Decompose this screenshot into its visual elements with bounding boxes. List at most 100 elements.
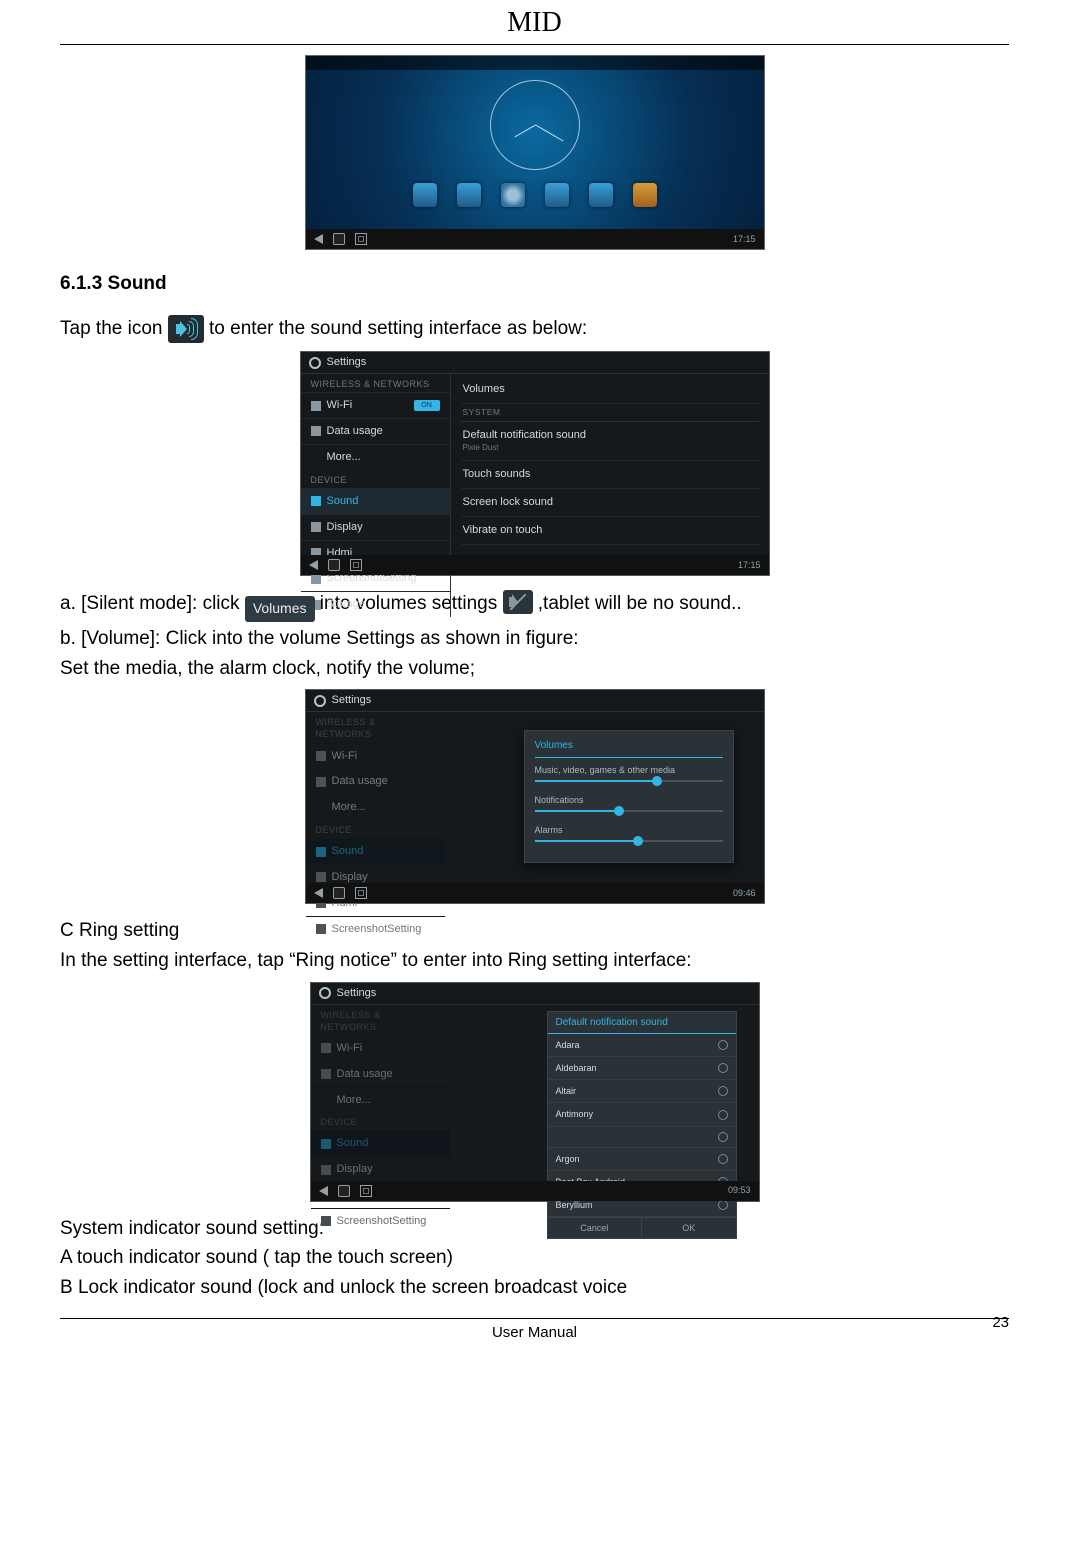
settings-titlebar: Settings	[301, 352, 769, 374]
cat-wireless-dim2: WIRELESS & NETWORKS	[311, 1005, 450, 1035]
item-sound-dim2: Sound	[311, 1130, 450, 1156]
slider-notif	[535, 810, 723, 812]
dock-app-5	[589, 183, 613, 207]
ringtone-dialog: Default notification sound Adara Aldebar…	[547, 1011, 737, 1240]
sound-settings-icon	[168, 315, 204, 343]
gear-icon	[309, 357, 321, 369]
ringtone-item	[548, 1127, 736, 1148]
cancel-button: Cancel	[548, 1218, 643, 1238]
statusbar-time: 17:15	[733, 233, 756, 245]
settings-title: Settings	[327, 355, 367, 370]
header-rule	[60, 44, 1009, 45]
item-data-usage: Data usage	[301, 418, 450, 444]
recents-icon	[355, 233, 367, 245]
para-sysind-a: A touch indicator sound ( tap the touch …	[60, 1245, 1009, 1271]
slider-notif-row: Notifications	[535, 794, 723, 812]
radio-icon	[718, 1132, 728, 1142]
para-sysind-b: B Lock indicator sound (lock and unlock …	[60, 1275, 1009, 1301]
analog-clock-widget	[490, 80, 580, 170]
para-sysind-head: System indicator sound setting:	[60, 1216, 1009, 1242]
cat-wireless-dim: WIRELESS & NETWORKS	[306, 712, 445, 742]
ringtone-item: Altair	[548, 1080, 736, 1103]
home-icon	[328, 559, 340, 571]
home-icon	[333, 233, 345, 245]
volumes-button-chip: Volumes	[245, 596, 315, 622]
navbar: 09:53	[311, 1181, 759, 1201]
para-volume-2: Set the media, the alarm clock, notify t…	[60, 656, 1009, 682]
volumes-dialog-title: Volumes	[535, 739, 723, 758]
item-display: Display	[301, 514, 450, 540]
cat-wireless: WIRELESS & NETWORKS	[301, 374, 450, 392]
label-sound: Sound	[327, 494, 359, 509]
cat-device-dim2: DEVICE	[311, 1112, 450, 1130]
item-wifi-dim: Wi-Fi	[306, 743, 445, 769]
radio-icon	[718, 1110, 728, 1120]
text-tap-before: Tap the icon	[60, 318, 162, 339]
item-more-dim: More...	[306, 794, 445, 820]
item-data-usage-dim2: Data usage	[311, 1061, 450, 1087]
ringtone-label: Aldebaran	[556, 1062, 597, 1074]
ringtone-item: Aldebaran	[548, 1057, 736, 1080]
recents-icon	[355, 887, 367, 899]
dock-app-gallery	[633, 183, 657, 207]
statusbar-time: 09:53	[728, 1184, 751, 1196]
navbar: 17:15	[301, 555, 769, 575]
ok-button: OK	[642, 1218, 736, 1238]
slider-alarm-label: Alarms	[535, 825, 563, 835]
footer: User Manual 23	[60, 1319, 1009, 1347]
row-touch-sounds: Touch sounds	[461, 461, 759, 489]
item-storage: Storage	[301, 591, 450, 617]
row-screen-lock-sound: Screen lock sound	[461, 489, 759, 517]
settings-title: Settings	[332, 693, 372, 708]
item-more-dim2: More...	[311, 1087, 450, 1113]
wifi-toggle: ON	[414, 400, 440, 411]
sub-default-notif: Pixie Dust	[463, 443, 757, 454]
label-wifi: Wi-Fi	[327, 398, 353, 413]
figure-sound-settings: Settings WIRELESS & NETWORKS Wi-Fi ON Da…	[60, 351, 1009, 576]
label-data-usage: Data usage	[327, 424, 383, 439]
item-display-dim2: Display	[311, 1156, 450, 1182]
label-more: More...	[327, 450, 361, 465]
radio-icon	[718, 1063, 728, 1073]
page-number: 23	[992, 1313, 1009, 1333]
back-icon	[314, 888, 323, 898]
sound-settings-shot: Settings WIRELESS & NETWORKS Wi-Fi ON Da…	[300, 351, 770, 576]
navbar: 09:46	[306, 883, 764, 903]
item-sound: Sound	[301, 488, 450, 514]
statusbar-top	[306, 56, 764, 70]
gear-icon	[314, 695, 326, 707]
sound-icon	[311, 496, 321, 506]
ringtone-item: Adara	[548, 1034, 736, 1057]
settings-left-panel-dim: WIRELESS & NETWORKS Wi-Fi Data usage Mor…	[306, 712, 446, 885]
ringtone-label: Beryllium	[556, 1199, 593, 1211]
slider-alarm	[535, 840, 723, 842]
figure-homescreen: 17:15	[60, 55, 1009, 258]
ringtone-label: Argon	[556, 1153, 580, 1165]
statusbar-time: 17:15	[738, 559, 761, 571]
volumes-dialog: Volumes Music, video, games & other medi…	[524, 730, 734, 863]
dock-app-browser	[501, 183, 525, 207]
text-tap-after: to enter the sound setting interface as …	[209, 318, 587, 339]
label-default-notif: Default notification sound	[463, 429, 587, 441]
home-icon	[338, 1185, 350, 1197]
ringtone-item: Antimony	[548, 1103, 736, 1126]
settings-title: Settings	[337, 986, 377, 1001]
text-silent-before: a. [Silent mode]: click	[60, 593, 240, 614]
slider-media-label: Music, video, games & other media	[535, 765, 676, 775]
navbar: 17:15	[306, 229, 764, 249]
homescreen-shot: 17:15	[305, 55, 765, 250]
recents-icon	[360, 1185, 372, 1197]
back-icon	[309, 560, 318, 570]
dock-app-2	[457, 183, 481, 207]
ringtone-label: Antimony	[556, 1108, 594, 1120]
ringtone-label: Altair	[556, 1085, 577, 1097]
radio-icon	[718, 1200, 728, 1210]
radio-icon	[718, 1154, 728, 1164]
item-more: More...	[301, 444, 450, 470]
ringtone-item: Argon	[548, 1148, 736, 1171]
cat-device-dim: DEVICE	[306, 820, 445, 838]
label-storage: Storage	[327, 597, 366, 612]
screenshot-icon	[311, 574, 321, 584]
mute-icon	[503, 590, 533, 614]
para-volume-1: b. [Volume]: Click into the volume Setti…	[60, 626, 1009, 652]
